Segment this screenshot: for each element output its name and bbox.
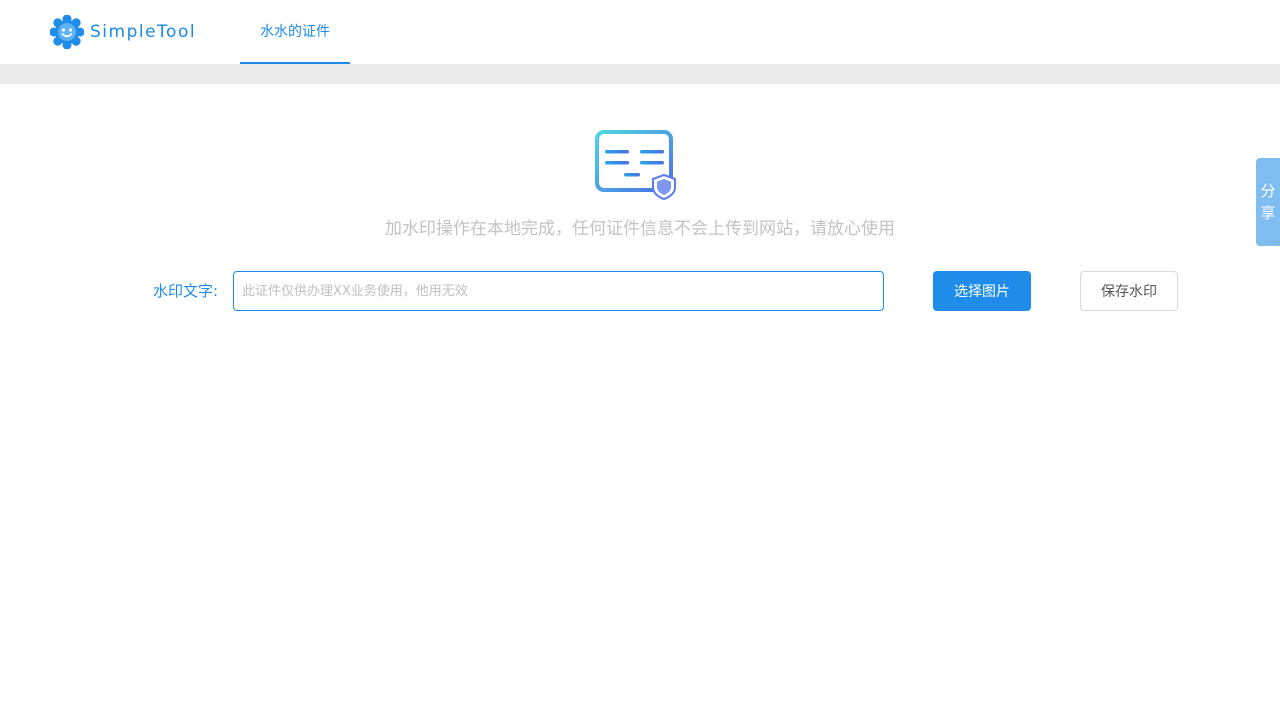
tab-id-card-watermark[interactable]: 水水的证件 (240, 0, 350, 64)
top-bar: SimpleTool 水水的证件 (0, 0, 1280, 64)
logo-text: SimpleTool (90, 22, 197, 42)
share-char-2: 享 (1260, 204, 1276, 222)
privacy-notice: 加水印操作在本地完成，任何证件信息不会上传到网站，请放心使用 (385, 219, 895, 239)
logo-gear-icon (49, 14, 85, 50)
header-divider-strip (0, 64, 1280, 84)
share-side-tab[interactable]: 分 享 (1256, 158, 1280, 246)
watermark-text-input[interactable] (234, 272, 883, 310)
id-card-shield-icon (594, 129, 678, 201)
site-logo[interactable]: SimpleTool (49, 14, 197, 50)
watermark-text-field-wrapper (233, 271, 884, 311)
select-image-button[interactable]: 选择图片 (933, 271, 1031, 311)
save-watermark-button[interactable]: 保存水印 (1080, 271, 1178, 311)
share-char-1: 分 (1260, 182, 1276, 200)
watermark-text-label: 水印文字: (153, 282, 219, 300)
